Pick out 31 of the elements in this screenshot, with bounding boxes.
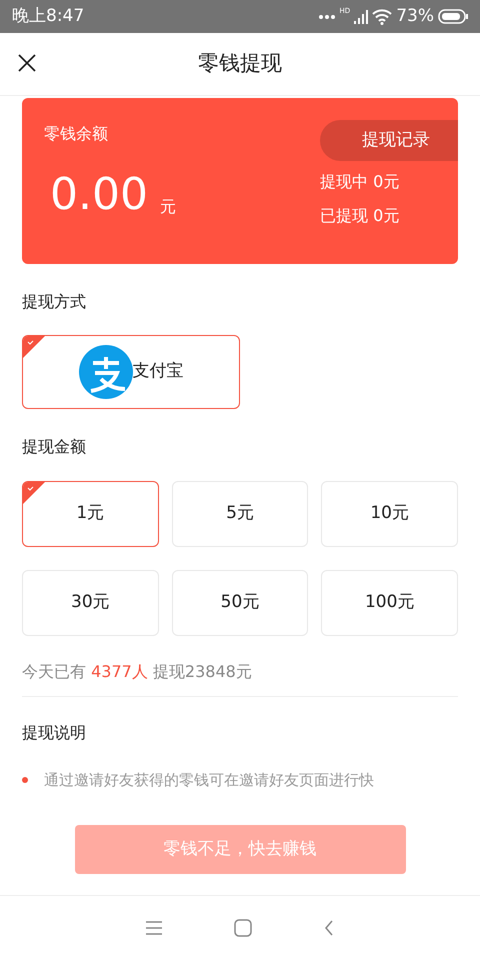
wifi-icon (372, 8, 392, 24)
close-icon (17, 53, 37, 73)
amount-option[interactable]: 10元 (321, 481, 458, 547)
battery-percent: 73% (396, 4, 434, 28)
balance-unit: 元 (160, 199, 176, 215)
amount-option[interactable]: 1元 (22, 481, 159, 547)
clock-time: 晚上8:47 (12, 4, 84, 28)
balance-amount: 0.00 (50, 173, 148, 217)
close-button[interactable] (16, 52, 38, 74)
history-button[interactable]: 提现记录 (320, 120, 458, 161)
balance-label: 零钱余额 (44, 123, 109, 145)
wallet-logo-icon (78, 345, 132, 399)
home-icon[interactable] (234, 919, 252, 937)
withdrawn-amount: 已提现 0元 (320, 205, 400, 227)
menu-icon[interactable] (146, 921, 162, 935)
signal-icon (354, 10, 368, 24)
amount-option[interactable]: 5元 (172, 481, 308, 547)
amount-option[interactable]: 30元 (22, 570, 159, 636)
pending-amount: 提现中 0元 (320, 171, 400, 193)
withdraw-stats: 今天已有 4377人 提现23848元 (22, 660, 458, 697)
back-icon[interactable] (324, 920, 334, 936)
notes-title: 提现说明 (22, 722, 87, 744)
amount-title: 提现金额 (22, 436, 87, 458)
payment-method-option[interactable]: 支付宝 (22, 335, 240, 409)
method-title: 提现方式 (22, 291, 87, 313)
dots-icon (318, 14, 336, 20)
battery-icon (438, 9, 468, 24)
note-text: 通过邀请好友获得的零钱可在邀请好友页面进行快 (44, 770, 374, 791)
amount-option[interactable]: 100元 (321, 570, 458, 636)
amount-option[interactable]: 50元 (172, 570, 308, 636)
page-title: 零钱提现 (198, 50, 282, 78)
